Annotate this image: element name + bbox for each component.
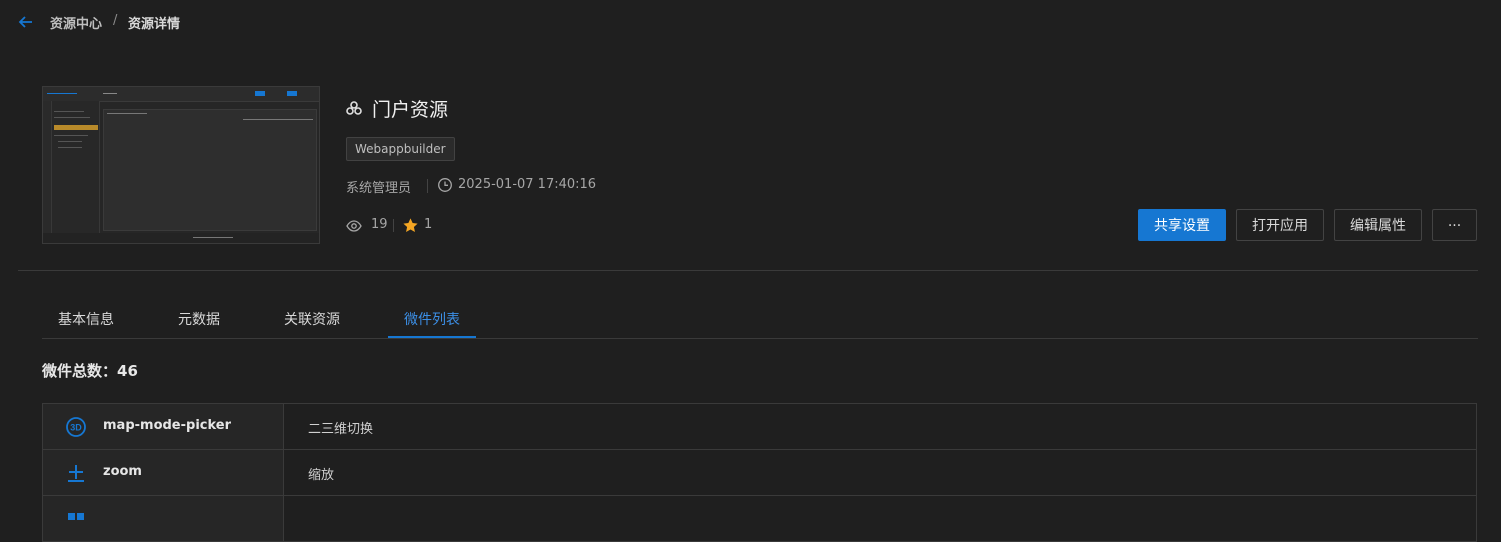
star-count: 1: [424, 217, 433, 232]
tabs-divider: [42, 338, 1478, 339]
widget-description: 二三维切换: [308, 422, 374, 437]
clock-icon: [438, 178, 452, 192]
widget-table: 3D map-mode-picker 二三维切换 zoom 缩放: [42, 403, 1477, 542]
resource-thumbnail: [42, 86, 320, 244]
tab-metadata[interactable]: 元数据: [178, 309, 220, 329]
breadcrumb-separator: /: [113, 13, 118, 28]
table-row[interactable]: 3D map-mode-picker 二三维切换: [43, 404, 1477, 450]
app-type-icon: [346, 101, 362, 115]
stat-divider: [393, 219, 394, 232]
back-arrow-icon[interactable]: [16, 12, 36, 32]
breadcrumb-current: 资源详情: [128, 17, 181, 32]
active-tab-indicator: [388, 336, 476, 338]
3d-icon: 3D: [66, 417, 86, 437]
svg-text:3D: 3D: [70, 423, 82, 433]
tab-basic-info[interactable]: 基本信息: [58, 309, 114, 329]
eye-icon: [346, 220, 362, 232]
resource-type-tag: Webappbuilder: [346, 137, 455, 161]
more-actions-button[interactable]: ···: [1432, 209, 1477, 241]
widget-name: zoom: [103, 464, 142, 479]
owner-name: 系统管理员: [346, 181, 412, 196]
edit-properties-button[interactable]: 编辑属性: [1334, 209, 1422, 241]
zoom-icon: [68, 465, 84, 482]
table-row[interactable]: [43, 496, 1477, 542]
share-settings-button[interactable]: 共享设置: [1138, 209, 1226, 241]
star-icon[interactable]: [402, 217, 419, 234]
widget-description: 缩放: [308, 468, 335, 483]
widget-name: map-mode-picker: [103, 418, 232, 433]
view-count: 19: [371, 217, 388, 232]
widget-total: 微件总数：46: [42, 362, 138, 380]
grid-icon: [68, 513, 84, 520]
open-app-button[interactable]: 打开应用: [1236, 209, 1324, 241]
tab-widget-list[interactable]: 微件列表: [404, 309, 460, 329]
resource-title: 门户资源: [372, 99, 449, 121]
tab-related-resources[interactable]: 关联资源: [284, 309, 340, 329]
table-row[interactable]: zoom 缩放: [43, 450, 1477, 496]
meta-divider: [427, 179, 428, 193]
header-divider: [18, 270, 1478, 271]
breadcrumb-root[interactable]: 资源中心: [50, 13, 102, 32]
created-time: 2025-01-07 17:40:16: [458, 177, 597, 192]
